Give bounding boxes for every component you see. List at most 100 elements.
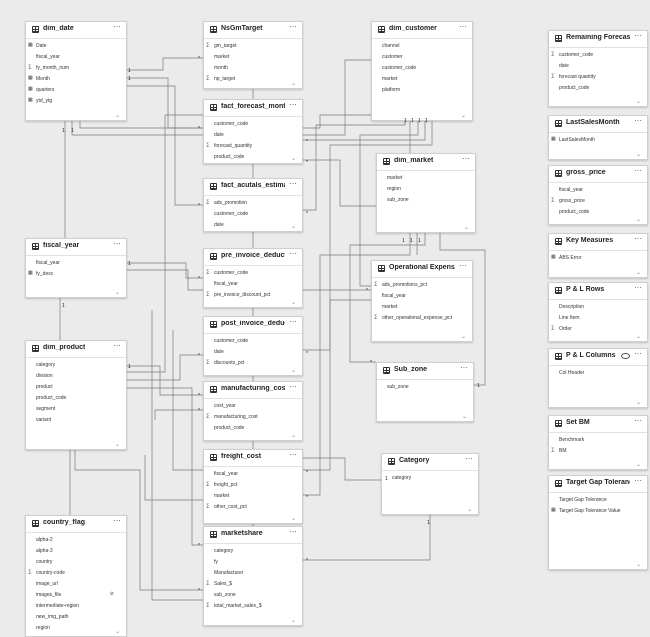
relationship-line[interactable]	[144, 455, 203, 501]
table-card-key-measures[interactable]: Key Measures ··· ▦ ABS Error ⌄	[548, 233, 648, 278]
chevron-down-icon[interactable]: ⌄	[636, 216, 641, 223]
field-row[interactable]: market	[372, 302, 472, 313]
table-header[interactable]: fact_forecast_monthly ···	[204, 100, 302, 117]
table-card-sub-zone[interactable]: Sub_zone ··· sub_zone ⌄	[376, 362, 474, 422]
chevron-down-icon[interactable]: ⌄	[291, 223, 296, 230]
table-card-nsgmtarget[interactable]: NsGmTarget ··· ∑ gm_target market month ∑ np_ta…	[203, 21, 303, 89]
field-row[interactable]: ▦ Target Gap Tolerance Value	[549, 506, 647, 517]
more-options-icon[interactable]: ···	[289, 179, 297, 188]
table-card-fact-forecast-monthly[interactable]: fact_forecast_monthly ··· customer_codedat…	[203, 99, 303, 164]
field-row[interactable]: customer_code	[204, 209, 302, 220]
field-row[interactable]: fy	[204, 557, 302, 568]
more-options-icon[interactable]: ···	[289, 450, 297, 459]
field-row[interactable]: fiscal_year	[204, 469, 302, 480]
field-row[interactable]: market	[204, 52, 302, 63]
more-options-icon[interactable]: ···	[634, 234, 642, 243]
field-row[interactable]: customer_code	[204, 119, 302, 130]
field-row[interactable]: product_code	[204, 152, 302, 163]
field-row[interactable]: fiscal_year	[372, 291, 472, 302]
field-row[interactable]: new_img_path	[26, 612, 126, 623]
table-header[interactable]: Target Gap Tolerance ···	[549, 476, 647, 493]
field-row[interactable]: channel	[372, 41, 472, 52]
field-row[interactable]: region	[26, 623, 126, 634]
more-options-icon[interactable]: ···	[289, 249, 297, 258]
field-row[interactable]: country	[26, 557, 126, 568]
field-row[interactable]: division	[26, 371, 126, 382]
chevron-down-icon[interactable]: ⌄	[115, 112, 120, 119]
chevron-down-icon[interactable]: ⌄	[636, 399, 641, 406]
table-card-p-l-columns[interactable]: P & L Columns ··· Col Header ⌄	[548, 348, 648, 408]
field-row[interactable]: date	[204, 130, 302, 141]
table-header[interactable]: Remaining Forecast Mo... ···	[549, 31, 647, 48]
chevron-down-icon[interactable]: ⌄	[291, 80, 296, 87]
more-options-icon[interactable]: ···	[113, 341, 121, 350]
field-row[interactable]: images_file ⊘	[26, 590, 126, 601]
table-card-manufacturing-cost[interactable]: manufacturing_cost ··· cost_year ∑ manufactu…	[203, 381, 303, 441]
more-options-icon[interactable]: ···	[289, 317, 297, 326]
field-row[interactable]: ▦ Date	[26, 41, 126, 52]
field-row[interactable]: ∑ manufacturing_cost	[204, 412, 302, 423]
field-row[interactable]: month	[204, 63, 302, 74]
chevron-down-icon[interactable]: ⌄	[461, 112, 466, 119]
table-card-target-gap-tolerance[interactable]: Target Gap Tolerance ··· Target Gap Tolera…	[548, 475, 648, 570]
relationship-line[interactable]	[127, 114, 203, 373]
field-row[interactable]: ∑ forecast_quantity	[204, 141, 302, 152]
field-row[interactable]: platform	[372, 85, 472, 96]
field-row[interactable]: Description	[549, 302, 647, 313]
field-row[interactable]: category	[382, 473, 478, 484]
field-row[interactable]: ▦ LastSalesMonth	[549, 135, 647, 146]
field-row[interactable]: category	[26, 360, 126, 371]
field-row[interactable]: ∑ gm_target	[204, 41, 302, 52]
more-options-icon[interactable]: ···	[289, 22, 297, 31]
table-card-set-bm[interactable]: Set BM ··· Benchmark ∑ BM ⌄	[548, 415, 648, 470]
table-header[interactable]: Set BM ···	[549, 416, 647, 433]
more-options-icon[interactable]: ···	[634, 416, 642, 425]
table-card-p-l-rows[interactable]: P & L Rows ··· Description Line Item ∑ Order ⌄	[548, 282, 648, 342]
more-options-icon[interactable]: ···	[460, 363, 468, 372]
table-card-fact-acutals-estimates[interactable]: fact_acutals_estimates ··· ∑ ads_promotionc…	[203, 178, 303, 232]
field-row[interactable]: market	[377, 173, 475, 184]
field-row[interactable]: ∑ ads_promotion	[204, 198, 302, 209]
field-row[interactable]: Col Header	[549, 368, 647, 379]
table-header[interactable]: Sub_zone ···	[377, 363, 473, 380]
relationship-line[interactable]	[127, 57, 203, 71]
chevron-down-icon[interactable]: ⌄	[291, 515, 296, 522]
chevron-down-icon[interactable]: ⌄	[467, 506, 472, 513]
field-row[interactable]: ∑ discounts_pct	[204, 358, 302, 369]
table-header[interactable]: P & L Rows ···	[549, 283, 647, 300]
chevron-down-icon[interactable]: ⌄	[636, 151, 641, 158]
more-options-icon[interactable]: ···	[634, 31, 642, 40]
field-row[interactable]: ▦ fy_desc	[26, 269, 126, 280]
field-row[interactable]: date	[204, 347, 302, 358]
chevron-down-icon[interactable]: ⌄	[636, 98, 641, 105]
more-options-icon[interactable]: ···	[113, 516, 121, 525]
table-card-marketshare[interactable]: marketshare ··· category fy Manufacturer ∑ Sal…	[203, 526, 303, 626]
field-row[interactable]: ∑ other_operational_expense_pct	[372, 313, 472, 324]
field-row[interactable]: image_url	[26, 579, 126, 590]
field-row[interactable]: ∑ freight_pct	[204, 480, 302, 491]
field-row[interactable]: ∑ fy_month_num	[26, 63, 126, 74]
field-row[interactable]: fiscal_year	[549, 185, 647, 196]
field-row[interactable]: alpha-2	[26, 535, 126, 546]
field-row[interactable]: ▦ ytd_ytg	[26, 96, 126, 107]
chevron-down-icon[interactable]: ⌄	[462, 413, 467, 420]
chevron-down-icon[interactable]: ⌄	[464, 224, 469, 231]
field-row[interactable]: sub_zone	[204, 590, 302, 601]
table-header[interactable]: manufacturing_cost ···	[204, 382, 302, 399]
table-header[interactable]: LastSalesMonth ···	[549, 116, 647, 133]
table-header[interactable]: P & L Columns ···	[549, 349, 647, 366]
field-row[interactable]: product	[26, 382, 126, 393]
field-row[interactable]: ∑ np_target	[204, 74, 302, 85]
hidden-icon[interactable]: ⊘	[110, 591, 114, 597]
field-row[interactable]: ∑ forecast quantity	[549, 72, 647, 83]
field-row[interactable]: variant	[26, 415, 126, 426]
table-header[interactable]: NsGmTarget ···	[204, 22, 302, 39]
table-header[interactable]: dim_market ···	[377, 154, 475, 171]
table-card-remaining-forecast-mo[interactable]: Remaining Forecast Mo... ··· ∑ customer_cod…	[548, 30, 648, 107]
relationship-line[interactable]	[154, 409, 203, 420]
table-header[interactable]: dim_date ···	[26, 22, 126, 39]
field-row[interactable]: customer_code	[204, 336, 302, 347]
field-row[interactable]: ▦ ABS Error	[549, 253, 647, 264]
table-card-category[interactable]: Category ··· category ⌄	[381, 453, 479, 515]
field-row[interactable]: Line Item	[549, 313, 647, 324]
